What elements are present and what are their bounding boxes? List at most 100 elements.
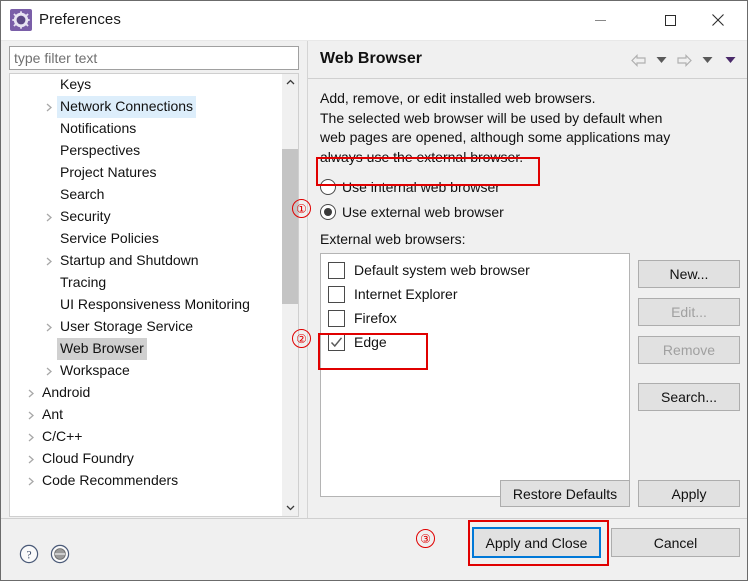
- new-button[interactable]: New...: [638, 260, 740, 288]
- external-browsers-label: External web browsers:: [320, 231, 466, 247]
- tree-item-project-natures[interactable]: Project Natures: [10, 162, 282, 184]
- tree-item-search[interactable]: Search: [10, 184, 282, 206]
- radio-indicator-selected: [320, 204, 336, 220]
- svg-text:?: ?: [26, 549, 31, 561]
- chevron-right-icon[interactable]: [41, 206, 57, 228]
- browser-row-default-system-web-browser[interactable]: Default system web browser: [321, 258, 629, 282]
- gear-icon: [10, 9, 32, 31]
- browser-row-firefox[interactable]: Firefox: [321, 306, 629, 330]
- chevron-down-icon[interactable]: [282, 499, 298, 516]
- radio-label: Use internal web browser: [342, 179, 500, 195]
- tree-item-user-storage-service[interactable]: User Storage Service: [10, 316, 282, 338]
- chevron-right-icon[interactable]: [23, 470, 39, 492]
- tree-item-startup-and-shutdown[interactable]: Startup and Shutdown: [10, 250, 282, 272]
- tree-item-code-recommenders[interactable]: Code Recommenders: [10, 470, 282, 492]
- chevron-right-icon[interactable]: [23, 382, 39, 404]
- external-browsers-list[interactable]: Default system web browser Internet Explo…: [320, 253, 630, 497]
- chevron-right-icon[interactable]: [23, 404, 39, 426]
- tree-item-service-policies[interactable]: Service Policies: [10, 228, 282, 250]
- description-line: Add, remove, or edit installed web brows…: [320, 90, 596, 106]
- tree-item-label: Service Policies: [60, 230, 159, 246]
- minimize-icon[interactable]: [577, 1, 623, 39]
- tree-item-label: Workspace: [60, 362, 130, 378]
- chevron-right-icon[interactable]: [23, 426, 39, 448]
- tree-item-c-c[interactable]: C/C++: [10, 426, 282, 448]
- tree-item-network-connections[interactable]: Network Connections: [10, 96, 282, 118]
- tree-item-label: Perspectives: [60, 142, 141, 158]
- tree-item-label: Android: [42, 384, 91, 400]
- tree-item-perspectives[interactable]: Perspectives: [10, 140, 282, 162]
- tree-item-security[interactable]: Security: [10, 206, 282, 228]
- checkbox-icon[interactable]: [328, 261, 345, 279]
- tree-item-ui-responsiveness-monitoring[interactable]: UI Responsiveness Monitoring: [10, 294, 282, 316]
- browser-row-edge[interactable]: Edge: [321, 330, 629, 354]
- tree-item-cloud-foundry[interactable]: Cloud Foundry: [10, 448, 282, 470]
- tree-item-label: Security: [60, 208, 111, 224]
- tree-item-ant[interactable]: Ant: [10, 404, 282, 426]
- help-question-icon[interactable]: ?: [18, 543, 40, 565]
- tree-item-label: Startup and Shutdown: [60, 252, 199, 268]
- tree-item-keys[interactable]: Keys: [10, 74, 282, 96]
- checkbox-icon[interactable]: [328, 309, 345, 327]
- annotation-marker-3: ③: [416, 529, 435, 548]
- checkbox-checked-icon[interactable]: [328, 333, 345, 351]
- tree-scrollbar[interactable]: [281, 74, 298, 516]
- tree-item-label: Project Natures: [60, 164, 157, 180]
- tree-item-web-browser[interactable]: Web Browser: [10, 338, 282, 360]
- cancel-button[interactable]: Cancel: [611, 528, 740, 557]
- browser-label: Default system web browser: [354, 262, 530, 278]
- close-icon[interactable]: [695, 1, 741, 39]
- tree-item-notifications[interactable]: Notifications: [10, 118, 282, 140]
- tree-item-tracing[interactable]: Tracing: [10, 272, 282, 294]
- radio-use-external-web-browser[interactable]: Use external web browser: [320, 201, 504, 223]
- tree-item-label: User Storage Service: [60, 318, 194, 334]
- tree-item-label: Code Recommenders: [42, 472, 179, 488]
- restore-defaults-button[interactable]: Restore Defaults: [500, 480, 630, 507]
- search-input[interactable]: type filter text: [9, 46, 299, 70]
- tree-item-label: UI Responsiveness Monitoring: [60, 296, 250, 312]
- apply-and-close-button[interactable]: Apply and Close: [472, 527, 601, 558]
- radio-indicator: [320, 179, 336, 195]
- tree-item-android[interactable]: Android: [10, 382, 282, 404]
- checkbox-icon[interactable]: [328, 285, 345, 303]
- remove-button: Remove: [638, 336, 740, 364]
- back-arrow-icon[interactable]: [628, 50, 649, 70]
- forward-arrow-icon[interactable]: [674, 50, 695, 70]
- panel-description: Add, remove, or edit installed web brows…: [320, 89, 740, 167]
- chevron-down-icon[interactable]: [697, 50, 718, 70]
- browser-label: Internet Explorer: [354, 286, 458, 302]
- chevron-down-icon[interactable]: [651, 50, 672, 70]
- panel-header: Web Browser: [308, 41, 747, 79]
- chevron-right-icon[interactable]: [41, 360, 57, 382]
- chevron-right-icon[interactable]: [41, 96, 57, 118]
- tree-item-label: Web Browser: [57, 338, 147, 360]
- tree-item-label: Ant: [42, 406, 64, 422]
- chevron-down-filled-icon[interactable]: [720, 50, 741, 70]
- circle-icon[interactable]: [49, 543, 71, 565]
- chevron-up-icon[interactable]: [282, 74, 298, 91]
- edit-button: Edit...: [638, 298, 740, 326]
- tree-item-workspace[interactable]: Workspace: [10, 360, 282, 382]
- radio-use-internal-web-browser[interactable]: Use internal web browser: [320, 176, 500, 198]
- apply-button[interactable]: Apply: [638, 480, 740, 507]
- browser-row-internet-explorer[interactable]: Internet Explorer: [321, 282, 629, 306]
- panel-nav-icons: [628, 50, 741, 70]
- chevron-right-icon[interactable]: [41, 250, 57, 272]
- description-line: always use the external browser.: [320, 148, 524, 165]
- maximize-icon[interactable]: [647, 1, 693, 39]
- preferences-dialog: Preferences type filter text Keys Network…: [0, 0, 748, 581]
- chevron-right-icon[interactable]: [23, 448, 39, 470]
- window-title: Preferences: [39, 11, 121, 28]
- browser-label: Edge: [354, 334, 387, 350]
- search-button[interactable]: Search...: [638, 383, 740, 411]
- scrollbar-thumb[interactable]: [282, 149, 298, 304]
- chevron-right-icon[interactable]: [41, 316, 57, 338]
- search-input-placeholder: type filter text: [14, 50, 98, 66]
